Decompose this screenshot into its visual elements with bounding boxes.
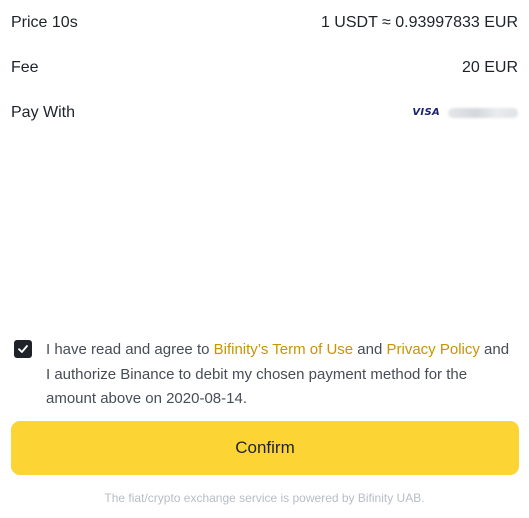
privacy-policy-link[interactable]: Privacy Policy (387, 341, 480, 358)
payment-method[interactable]: VISA (412, 103, 518, 123)
pay-with-row: Pay With VISA (11, 103, 518, 123)
agreement-text-before: I have read and agree to (46, 341, 214, 358)
masked-card-number (448, 108, 518, 118)
fee-value: 20 EUR (461, 59, 518, 76)
order-confirmation-page: Price 10s 1 USDT ≈ 0.93997833 EUR Fee 20… (0, 0, 529, 518)
fee-label: Fee (11, 59, 39, 76)
agreement-text: I have read and agree to Bifinity’s Term… (46, 338, 511, 412)
price-value: 1 USDT ≈ 0.93997833 EUR (320, 14, 518, 31)
price-row: Price 10s 1 USDT ≈ 0.93997833 EUR (11, 13, 518, 33)
fee-row: Fee 20 EUR (11, 58, 518, 78)
confirm-button[interactable]: Confirm (11, 421, 519, 475)
footer-note: The fiat/crypto exchange service is powe… (104, 491, 425, 505)
price-label: Price 10s (11, 14, 78, 31)
checkmark-icon (18, 345, 28, 353)
agree-checkbox[interactable] (14, 340, 32, 358)
agreement-text-and: and (353, 341, 387, 358)
visa-icon: VISA (412, 107, 440, 118)
terms-of-use-link[interactable]: Bifinity’s Term of Use (214, 341, 354, 358)
pay-with-label: Pay With (11, 104, 76, 121)
agreement-section: I have read and agree to Bifinity’s Term… (14, 338, 511, 412)
